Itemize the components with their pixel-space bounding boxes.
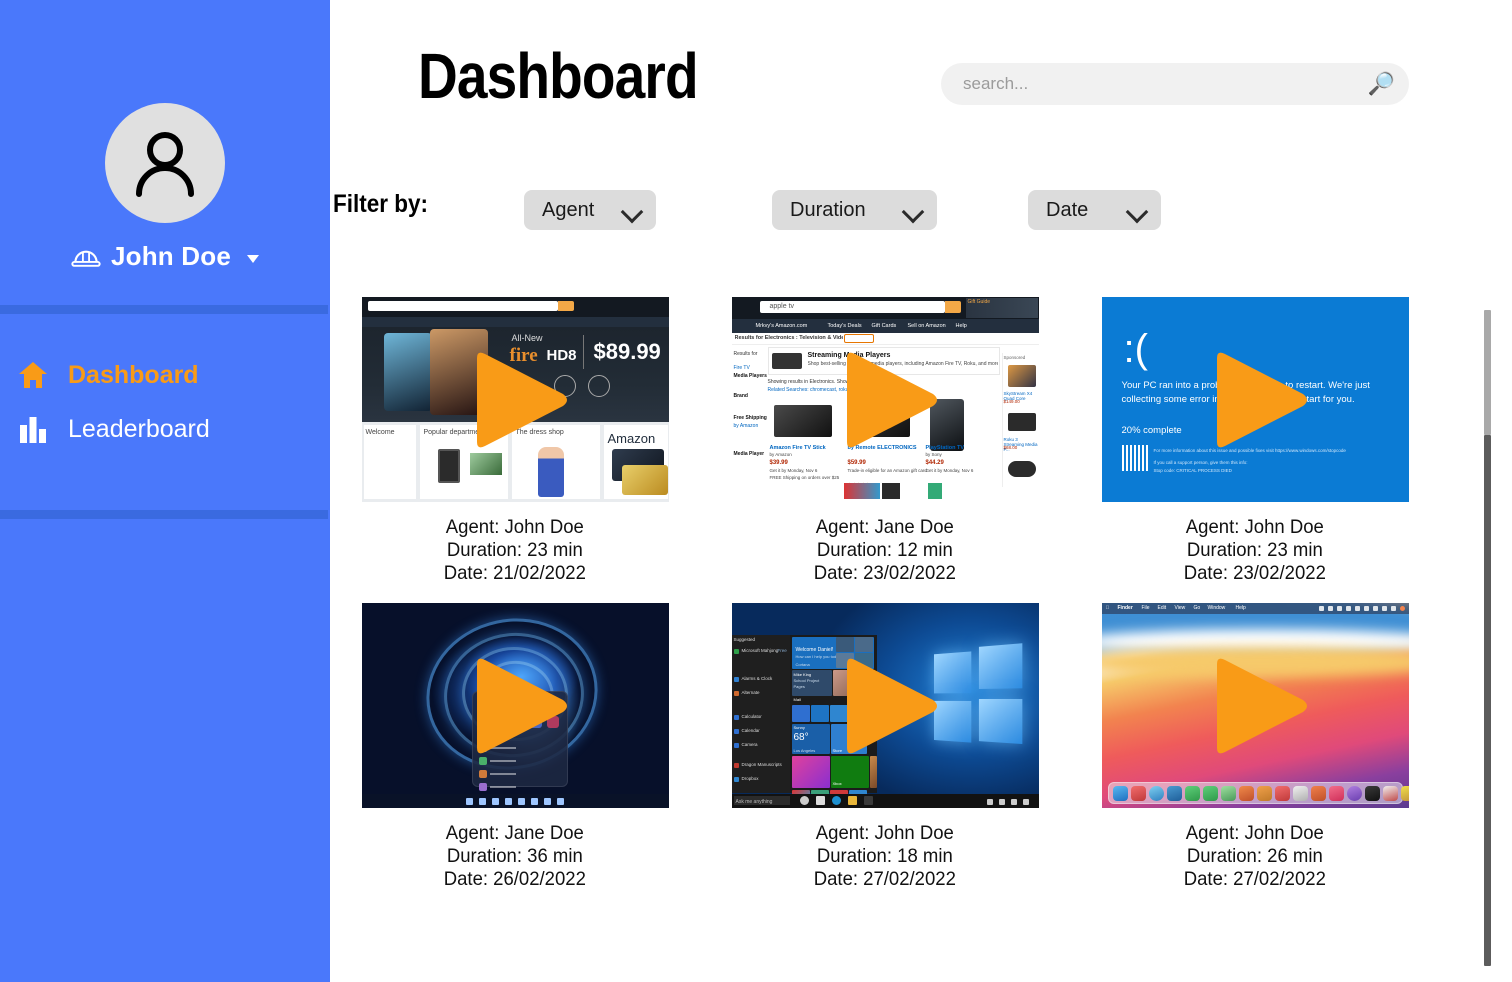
video-agent: Agent: John Doe xyxy=(815,822,955,844)
sidebar-item-dashboard-label: Dashboard xyxy=(68,360,199,389)
video-card[interactable]: Suggested Microsoft Mahjong Free Alarms … xyxy=(700,603,1070,891)
video-thumbnail[interactable]: Suggested Microsoft Mahjong Free Alarms … xyxy=(731,603,1039,808)
video-meta: Agent: John Doe Duration: 26 min Date: 2… xyxy=(1184,822,1326,891)
video-date: Date: 26/02/2022 xyxy=(443,868,587,890)
qr-code-icon xyxy=(1121,445,1148,471)
video-meta: Agent: John Doe Duration: 23 min Date: 2… xyxy=(1184,516,1326,585)
video-card[interactable]: Agent: Jane Doe Duration: 36 min Date: 2… xyxy=(330,603,700,891)
video-duration: Duration: 18 min xyxy=(817,845,953,867)
home-icon xyxy=(16,358,50,392)
video-date: Date: 23/02/2022 xyxy=(813,562,957,584)
sidebar-item-dashboard[interactable]: Dashboard xyxy=(0,348,330,402)
video-thumbnail[interactable]:  Finder File Edit View Go Window Help xyxy=(1101,603,1409,808)
filter-bar: Filter by: Agent Duration Date xyxy=(330,190,1430,230)
video-grid: All-New fire HD8 $89.99 Welcome Popular … xyxy=(330,297,1440,891)
video-date: Date: 23/02/2022 xyxy=(1183,562,1327,584)
video-thumbnail[interactable]: :( Your PC ran into a problem and needs … xyxy=(1101,297,1409,502)
scrollbar[interactable] xyxy=(1484,0,1512,982)
taskbar-icons xyxy=(466,798,564,805)
scrollbar-rail[interactable] xyxy=(1484,435,1491,966)
video-card[interactable]: All-New fire HD8 $89.99 Welcome Popular … xyxy=(330,297,700,585)
bar-chart-icon xyxy=(16,412,50,446)
video-agent: Agent: John Doe xyxy=(1185,822,1325,844)
filter-dropdown-agent[interactable]: Agent xyxy=(524,190,656,230)
thumb-text-bsod-progress: 20% complete xyxy=(1121,425,1182,436)
chevron-down-icon xyxy=(1127,204,1147,216)
thumb-text-all-new: All-New xyxy=(511,333,543,343)
search-icon[interactable]: 🔎 xyxy=(1368,73,1395,95)
filter-dropdown-duration-label: Duration xyxy=(790,198,866,221)
hard-hat-icon xyxy=(71,250,101,267)
chevron-down-icon xyxy=(903,204,923,216)
dashboard-app: John Doe Dashboard Leaderboard Dashboard… xyxy=(0,0,1512,982)
video-duration: Duration: 26 min xyxy=(1187,845,1323,867)
main-content: Dashboard 🔎 Filter by: Agent Duration Da… xyxy=(330,0,1512,982)
user-menu[interactable]: John Doe xyxy=(0,241,330,272)
menubar-status-icons xyxy=(1318,606,1405,611)
avatar[interactable] xyxy=(105,103,225,223)
search-input[interactable] xyxy=(963,74,1368,94)
sidebar-item-leaderboard[interactable]: Leaderboard xyxy=(0,402,330,456)
video-date: Date: 27/02/2022 xyxy=(1183,868,1327,890)
video-meta: Agent: Jane Doe Duration: 36 min Date: 2… xyxy=(444,822,586,891)
thumb-text-query: apple tv xyxy=(769,303,795,310)
filter-dropdown-date[interactable]: Date xyxy=(1028,190,1161,230)
video-date: Date: 27/02/2022 xyxy=(813,868,957,890)
page-title: Dashboard xyxy=(418,40,699,112)
video-duration: Duration: 36 min xyxy=(447,845,583,867)
chevron-down-icon xyxy=(622,204,642,216)
video-thumbnail[interactable] xyxy=(361,603,669,808)
video-thumbnail[interactable]: apple tv Gift Guide Mrkvy's Amazon.com T… xyxy=(731,297,1039,502)
video-agent: Agent: Jane Doe xyxy=(815,516,955,538)
sidebar-item-leaderboard-label: Leaderboard xyxy=(68,414,210,443)
thumb-text-gift-guide: Gift Guide xyxy=(967,299,991,305)
video-agent: Agent: John Doe xyxy=(445,516,585,538)
sidebar-divider-top xyxy=(0,305,328,314)
video-agent: Agent: John Doe xyxy=(1185,516,1325,538)
user-name: John Doe xyxy=(110,241,232,271)
video-card[interactable]:  Finder File Edit View Go Window Help xyxy=(1070,603,1440,891)
video-thumbnail[interactable]: All-New fire HD8 $89.99 Welcome Popular … xyxy=(361,297,669,502)
filter-dropdown-agent-label: Agent xyxy=(542,198,595,221)
filter-dropdown-duration[interactable]: Duration xyxy=(772,190,937,230)
user-avatar-icon xyxy=(136,132,194,197)
video-meta: Agent: Jane Doe Duration: 12 min Date: 2… xyxy=(814,516,956,585)
video-meta: Agent: John Doe Duration: 18 min Date: 2… xyxy=(814,822,956,891)
sidebar-divider-bottom xyxy=(0,510,328,519)
video-duration: Duration: 23 min xyxy=(447,539,583,561)
search-bar[interactable]: 🔎 xyxy=(941,63,1409,105)
thumb-text-breadcrumb: Results for Electronics : Television & V… xyxy=(734,335,843,341)
sidebar: John Doe Dashboard Leaderboard xyxy=(0,0,330,982)
filter-dropdown-date-label: Date xyxy=(1046,198,1089,221)
thumb-text-price: $89.99 xyxy=(593,339,661,364)
video-duration: Duration: 12 min xyxy=(817,539,953,561)
avatar-container xyxy=(0,0,330,223)
sidebar-nav: Dashboard Leaderboard xyxy=(0,348,330,456)
thumb-text-amazon: Amazon xyxy=(607,431,656,446)
thumb-text-product-1: Amazon Fire TV Stick xyxy=(769,445,826,451)
windows-logo-icon xyxy=(933,643,1027,751)
caret-down-icon[interactable] xyxy=(247,254,260,263)
thumb-text-sponsored: Sponsored xyxy=(1003,355,1026,360)
filter-by-label: Filter by: xyxy=(333,190,429,218)
video-duration: Duration: 23 min xyxy=(1187,539,1323,561)
thumb-text-sad-face: :( xyxy=(1123,327,1148,371)
macos-dock xyxy=(1107,782,1409,804)
video-card[interactable]: apple tv Gift Guide Mrkvy's Amazon.com T… xyxy=(700,297,1070,585)
scrollbar-thumb[interactable] xyxy=(1484,310,1491,435)
video-agent: Agent: Jane Doe xyxy=(445,822,585,844)
video-date: Date: 21/02/2022 xyxy=(443,562,587,584)
video-card[interactable]: :( Your PC ran into a problem and needs … xyxy=(1070,297,1440,585)
video-meta: Agent: John Doe Duration: 23 min Date: 2… xyxy=(444,516,586,585)
